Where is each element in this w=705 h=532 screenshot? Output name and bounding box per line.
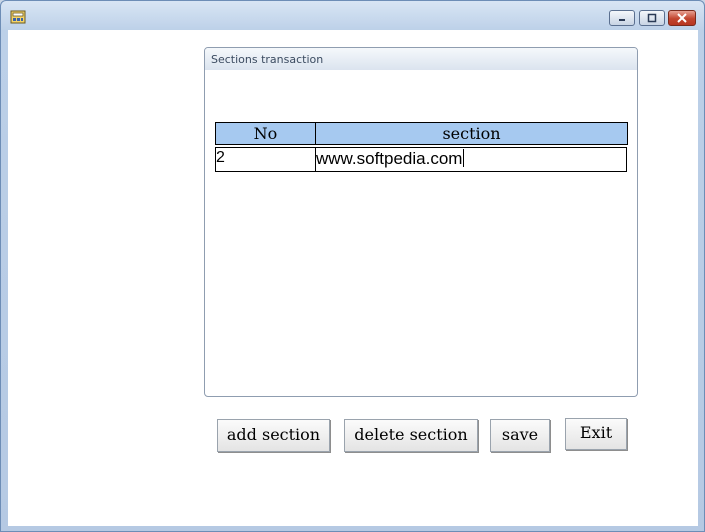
add-section-button[interactable]: add section [217,419,330,452]
delete-section-button[interactable]: delete section [344,419,478,452]
text-caret [463,149,465,167]
grid-header: No section [215,122,628,145]
sections-transaction-panel: Sections transaction No section 2 www.so… [204,47,638,397]
client-area: Sections transaction No section 2 www.so… [8,30,698,526]
exit-button[interactable]: Exit [565,418,627,450]
column-header-no[interactable]: No [216,123,316,144]
minimize-button[interactable] [609,10,635,26]
minimize-icon [619,19,625,21]
panel-title: Sections transaction [211,53,324,66]
maximize-icon [647,13,657,23]
cell-no[interactable]: 2 [215,147,316,172]
cell-section-text: www.softpedia.com [316,149,463,168]
app-window: Sections transaction No section 2 www.so… [0,0,705,532]
column-header-section[interactable]: section [316,123,627,144]
save-button[interactable]: save [490,419,550,452]
title-bar[interactable] [1,1,704,31]
app-icon [10,10,26,24]
close-button[interactable] [668,10,696,26]
maximize-button[interactable] [639,10,665,26]
close-icon [677,13,687,23]
table-row[interactable]: 2 www.softpedia.com [215,147,628,172]
panel-header: Sections transaction [205,48,637,70]
cell-section-input[interactable]: www.softpedia.com [315,147,627,172]
